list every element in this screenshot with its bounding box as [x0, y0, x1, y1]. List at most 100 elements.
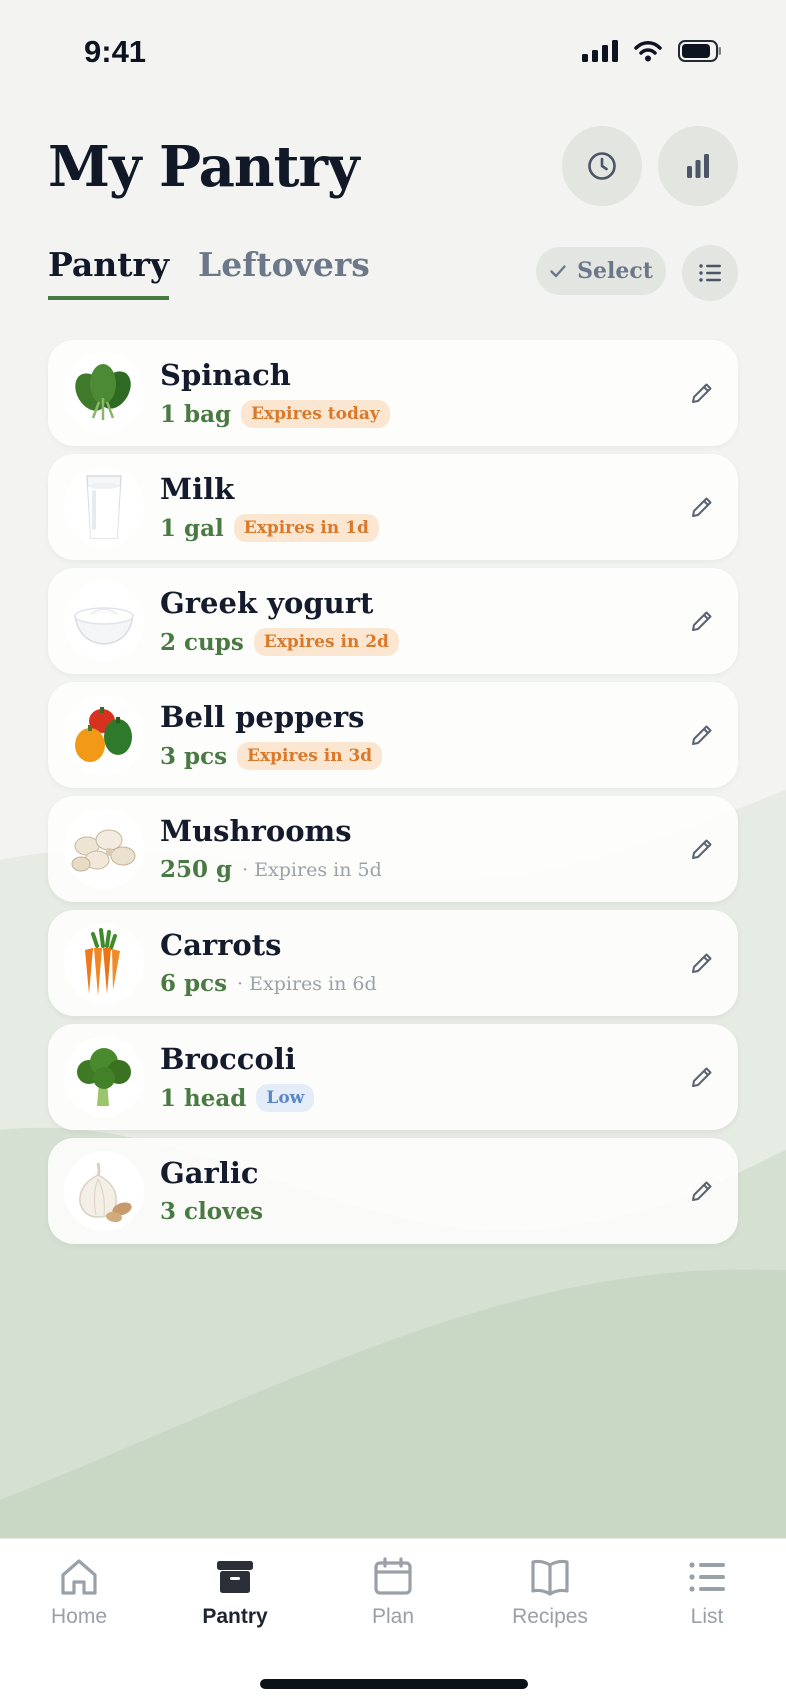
clock-icon	[588, 152, 616, 180]
bell-peppers-image	[64, 695, 144, 775]
nav-pantry[interactable]: Pantry	[175, 1555, 295, 1629]
item-meta: 1 gal Expires in 1d	[160, 514, 379, 542]
select-label: Select	[577, 258, 653, 284]
calendar-icon	[374, 1557, 412, 1595]
book-icon	[531, 1559, 569, 1596]
item-quantity: 3 pcs	[160, 742, 228, 770]
item-meta: 3 pcs Expires in 3d	[160, 742, 383, 770]
tab-leftovers[interactable]: Leftovers	[198, 245, 370, 296]
pantry-item-card[interactable]: Carrots 6 pcs · Expires in 6d	[48, 910, 738, 1016]
pencil-icon	[692, 1181, 712, 1201]
nav-plan[interactable]: Plan	[333, 1555, 453, 1629]
history-button[interactable]	[562, 126, 642, 206]
edit-button[interactable]	[682, 487, 722, 527]
pantry-item-card[interactable]: Bell peppers 3 pcs Expires in 3d	[48, 682, 738, 788]
item-name: Greek yogurt	[160, 586, 374, 620]
home-indicator	[260, 1679, 528, 1689]
milk-image	[64, 467, 144, 547]
pantry-item-card[interactable]: Greek yogurt 2 cups Expires in 2d	[48, 568, 738, 674]
pencil-icon	[692, 1067, 712, 1087]
item-quantity: 1 bag	[160, 400, 232, 428]
list-icon	[689, 1562, 725, 1592]
nav-label: Home	[50, 1605, 108, 1628]
stats-button[interactable]	[658, 126, 738, 206]
status-time: 9:41	[84, 34, 147, 69]
list-view-button[interactable]	[682, 245, 738, 301]
garlic-image	[64, 1151, 144, 1231]
item-quantity: 3 cloves	[160, 1198, 264, 1225]
edit-button[interactable]	[682, 373, 722, 413]
item-meta: 1 bag Expires today	[160, 400, 390, 428]
edit-button[interactable]	[682, 715, 722, 755]
status-icons	[582, 40, 722, 62]
pencil-icon	[692, 497, 712, 517]
nav-label: List	[690, 1605, 724, 1628]
carrots-image	[64, 923, 144, 1003]
pantry-box-icon	[217, 1561, 253, 1593]
cellular-signal-icon	[582, 40, 618, 62]
pencil-icon	[692, 953, 712, 973]
wifi-icon	[634, 41, 662, 62]
page-title: My Pantry	[48, 134, 360, 200]
select-button[interactable]: Select	[536, 247, 666, 295]
edit-button[interactable]	[682, 943, 722, 983]
tab-pantry[interactable]: Pantry	[48, 245, 170, 300]
status-bar: 9:41	[0, 0, 786, 110]
item-quantity: 1 gal	[160, 514, 224, 542]
item-meta: 1 head Low	[160, 1084, 315, 1112]
low-badge: Low	[256, 1084, 315, 1112]
mushrooms-image	[64, 809, 144, 889]
item-name: Spinach	[160, 358, 291, 392]
expiry-badge: Expires in 1d	[233, 514, 379, 542]
segment-tabs: Pantry Leftovers Select	[48, 245, 738, 305]
item-meta: 6 pcs · Expires in 6d	[160, 970, 377, 997]
bar-chart-icon	[687, 154, 709, 178]
nav-recipes[interactable]: Recipes	[490, 1555, 610, 1629]
edit-button[interactable]	[682, 829, 722, 869]
pantry-item-card[interactable]: Broccoli 1 head Low	[48, 1024, 738, 1130]
item-name: Carrots	[160, 928, 282, 962]
pantry-item-card[interactable]: Milk 1 gal Expires in 1d	[48, 454, 738, 560]
pantry-item-card[interactable]: Garlic 3 cloves	[48, 1138, 738, 1244]
item-name: Broccoli	[160, 1042, 296, 1076]
pencil-icon	[692, 725, 712, 745]
item-name: Milk	[160, 472, 235, 506]
item-name: Bell peppers	[160, 700, 365, 734]
item-name: Mushrooms	[160, 814, 352, 848]
edit-button[interactable]	[682, 1057, 722, 1097]
broccoli-image	[64, 1037, 144, 1117]
home-icon	[61, 1559, 97, 1595]
edit-button[interactable]	[682, 601, 722, 641]
expiry-badge: Expires in 2d	[253, 628, 399, 656]
item-quantity: 250 g	[160, 856, 233, 883]
expiry-text: · Expires in 5d	[242, 858, 382, 881]
pantry-item-card[interactable]: Spinach 1 bag Expires today	[48, 340, 738, 446]
item-quantity: 6 pcs	[160, 970, 228, 997]
pencil-icon	[692, 839, 712, 859]
check-icon	[550, 265, 566, 278]
item-quantity: 1 head	[160, 1084, 247, 1112]
bottom-tab-bar: Home Pantry Plan Recipes List	[0, 1538, 786, 1705]
header: My Pantry	[48, 118, 738, 218]
spinach-image	[64, 353, 144, 433]
pencil-icon	[692, 611, 712, 631]
item-meta: 2 cups Expires in 2d	[160, 628, 399, 656]
list-icon	[699, 264, 721, 282]
expiry-badge: Expires today	[241, 400, 390, 428]
pencil-icon	[692, 383, 712, 403]
pantry-item-card[interactable]: Mushrooms 250 g · Expires in 5d	[48, 796, 738, 902]
expiry-badge: Expires in 3d	[237, 742, 383, 770]
pantry-item-list: Spinach 1 bag Expires today Milk 1 gal E…	[48, 340, 738, 1252]
expiry-text: · Expires in 6d	[237, 972, 377, 995]
nav-list[interactable]: List	[647, 1555, 767, 1629]
item-meta: 250 g · Expires in 5d	[160, 856, 382, 883]
edit-button[interactable]	[682, 1171, 722, 1211]
item-name: Garlic	[160, 1156, 259, 1190]
yogurt-image	[64, 581, 144, 661]
nav-label: Pantry	[202, 1605, 268, 1628]
battery-icon	[678, 40, 721, 62]
nav-home[interactable]: Home	[19, 1555, 139, 1629]
item-meta: 3 cloves	[160, 1198, 263, 1225]
nav-label: Plan	[371, 1605, 415, 1628]
item-quantity: 2 cups	[160, 628, 244, 656]
